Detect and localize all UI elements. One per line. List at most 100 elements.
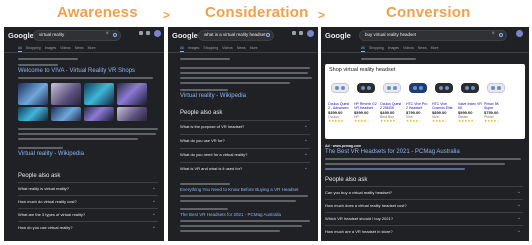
vr-image-1[interactable]: [18, 83, 48, 105]
avatar[interactable]: [154, 30, 161, 37]
serp-conversion: Google buy virtual reality headset × All…: [321, 27, 529, 241]
paa-question[interactable]: Which VR headset should I buy 2021? ⌄: [325, 212, 523, 225]
tab-all[interactable]: All: [361, 45, 365, 52]
tab-shopping[interactable]: Shopping: [203, 45, 218, 52]
shopping-ads-carousel: Shop virtual reality headset Oculus Ques…: [325, 64, 525, 139]
paa-question[interactable]: What reality is virtual reality? ⌄: [18, 182, 158, 195]
tab-videos[interactable]: Videos: [222, 45, 233, 52]
paa-question[interactable]: What do you need for a virtual reality? ⌄: [180, 148, 310, 162]
paa-question[interactable]: Can you buy a virtual reality headset? ⌄: [325, 186, 523, 199]
tab-shopping[interactable]: Shopping: [369, 45, 384, 52]
apps-icons[interactable]: [292, 31, 303, 35]
tab-all[interactable]: All: [180, 45, 184, 52]
vr-image-2[interactable]: [51, 83, 81, 105]
tab-videos[interactable]: Videos: [403, 45, 414, 52]
search-input[interactable]: buy virtual reality headset ×: [359, 30, 507, 41]
tab-all[interactable]: All: [18, 45, 22, 52]
apps-icons[interactable]: [139, 31, 150, 35]
search-input[interactable]: virtual reality ×: [33, 30, 121, 41]
tab-news[interactable]: News: [418, 45, 427, 52]
vr-image-4[interactable]: [117, 83, 147, 105]
tab-images[interactable]: Images: [388, 45, 399, 52]
result-title-wikipedia[interactable]: Virtual reality - Wikipedia: [180, 93, 246, 99]
google-logo[interactable]: Google: [325, 31, 351, 40]
paa-question[interactable]: How do you use virtual reality? ⌄: [18, 221, 158, 234]
result-stats: [18, 58, 78, 60]
stage-conversion: Conversion: [386, 4, 471, 21]
result-title-viva[interactable]: Welcome to VIVA - Virtual Reality VR Sho…: [18, 68, 135, 74]
result-title-pcmag[interactable]: The Best VR Headsets for 2021 - PCMag Au…: [180, 212, 281, 217]
tab-shopping[interactable]: Shopping: [26, 45, 41, 52]
tab-news[interactable]: News: [237, 45, 246, 52]
search-tabs: All Images Shopping Videos News More: [168, 45, 318, 53]
rating-stars: ★★★★☆: [432, 119, 448, 123]
ad-title-pcmag[interactable]: The Best VR Headsets for 2021 - PCMag Au…: [325, 149, 460, 155]
avatar[interactable]: [516, 30, 523, 37]
product-card[interactable]: Oculus Quest 2 256GB $499.00 Best Buy ★★…: [380, 76, 404, 123]
result-cite: [180, 89, 228, 91]
paa-question[interactable]: What is VR and what is it used for? ⌄: [180, 162, 310, 176]
paa-question[interactable]: How much are a VR headset in store? ⌄: [325, 225, 523, 238]
chevron-down-icon: ⌄: [151, 224, 156, 230]
product-card[interactable]: HTC Vive Pro 2 Headset $799.00 Vive ★★★★…: [406, 76, 430, 123]
result-stats: [361, 58, 416, 60]
chevron-down-icon: ⌄: [516, 189, 521, 195]
clear-icon[interactable]: ×: [491, 31, 495, 37]
sitelinks[interactable]: [325, 168, 465, 170]
tab-more[interactable]: More: [88, 45, 96, 52]
snippet-line: [180, 72, 308, 74]
result-title-buying-guide[interactable]: Everything You Need to Know Before Buyin…: [180, 187, 298, 192]
search-input[interactable]: what is a virtual reality headset: [198, 30, 274, 41]
chevron-down-icon: ⌄: [151, 211, 156, 217]
serp-header: Google virtual reality ×: [4, 27, 164, 45]
vr-image-3[interactable]: [84, 83, 114, 105]
vr-image-7[interactable]: [84, 107, 114, 121]
tab-more[interactable]: More: [431, 45, 439, 52]
rating-stars: ★★★★☆: [484, 119, 500, 123]
chevron-down-icon: ⌄: [303, 137, 308, 143]
tab-images[interactable]: Images: [188, 45, 199, 52]
product-image[interactable]: [354, 76, 378, 100]
result-title-wikipedia[interactable]: Virtual reality - Wikipedia: [18, 151, 84, 157]
paa-question[interactable]: How much do virtual reality cost? ⌄: [18, 195, 158, 208]
snippet-line: [180, 200, 296, 202]
product-card[interactable]: HTC Vive Cosmos Elite $899.00 Vive ★★★★☆: [432, 76, 456, 123]
product-image[interactable]: [458, 76, 482, 100]
product-image[interactable]: [328, 76, 352, 100]
google-logo[interactable]: Google: [8, 31, 34, 40]
product-image[interactable]: [380, 76, 404, 100]
product-image[interactable]: [432, 76, 456, 100]
paa-question[interactable]: What are the 3 types of virtual reality?…: [18, 208, 158, 221]
search-icon[interactable]: [266, 33, 270, 37]
product-card[interactable]: HP Reverb G2 VR Headset $599.00 HP ★★★★☆: [354, 76, 378, 123]
vr-image-8[interactable]: [117, 107, 147, 121]
search-icon[interactable]: [113, 33, 117, 37]
product-card[interactable]: Valve Index VR Kit $999.00 Steam ★★★★★: [458, 76, 482, 123]
search-icon[interactable]: [499, 33, 503, 37]
paa-question[interactable]: What do you use VR for? ⌄: [180, 134, 310, 148]
clear-icon[interactable]: ×: [105, 31, 109, 37]
people-also-ask-heading: People also ask: [325, 177, 368, 183]
vr-image-5[interactable]: [18, 107, 48, 121]
tab-images[interactable]: Images: [45, 45, 56, 52]
people-also-ask-heading: People also ask: [180, 110, 223, 116]
image-strip[interactable]: [18, 83, 147, 105]
avatar[interactable]: [307, 30, 314, 37]
product-image[interactable]: [484, 76, 508, 100]
tab-more[interactable]: More: [250, 45, 258, 52]
result-cite: [180, 208, 228, 210]
chevron-down-icon: ⌄: [516, 202, 521, 208]
paa-question[interactable]: How much does a virtual reality headset …: [325, 199, 523, 212]
snippet-line: [180, 225, 302, 227]
product-card[interactable]: Pimax 5K Super $759.00 Pimax ★★★★☆: [484, 76, 508, 123]
chevron-down-icon: ⌄: [516, 215, 521, 221]
paa-question[interactable]: What is the purpose of VR headset? ⌄: [180, 120, 310, 134]
google-logo[interactable]: Google: [172, 31, 198, 40]
product-image[interactable]: [406, 76, 430, 100]
vr-image-6[interactable]: [51, 107, 81, 121]
tab-videos[interactable]: Videos: [60, 45, 71, 52]
tab-news[interactable]: News: [75, 45, 84, 52]
image-strip-2[interactable]: [18, 107, 147, 121]
stage-arrow-1: >: [163, 8, 171, 22]
product-card[interactable]: Oculus Quest 2 - Advanced All-In-One $39…: [328, 76, 352, 123]
